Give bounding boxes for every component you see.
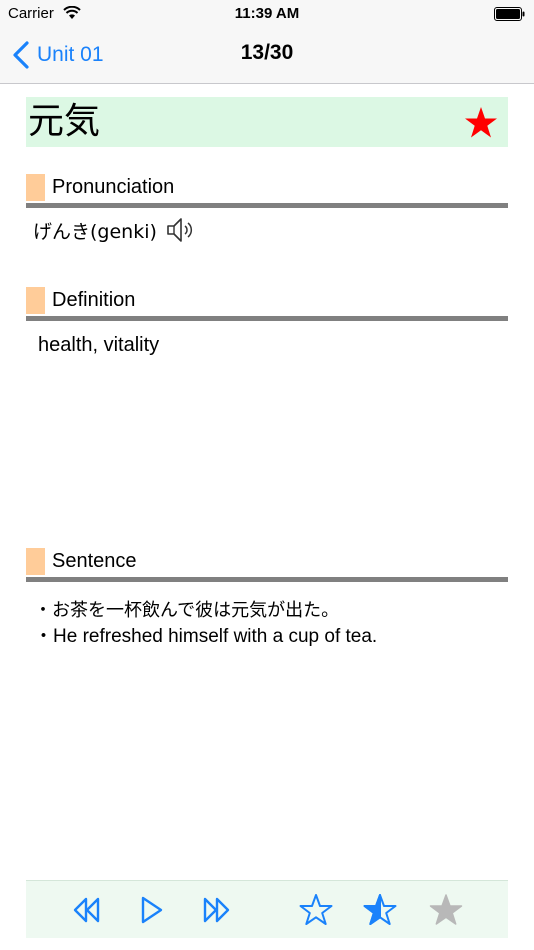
play-icon[interactable] — [134, 893, 168, 927]
heading-divider — [26, 203, 508, 208]
navigation-bar: Unit 01 13/30 — [0, 28, 534, 84]
star-gray-icon[interactable] — [429, 893, 463, 927]
heading-divider — [26, 316, 508, 321]
sentence-heading-label: Sentence — [52, 550, 137, 572]
speaker-icon[interactable] — [165, 215, 195, 245]
heading-marker — [26, 287, 45, 314]
rewind-icon[interactable] — [69, 893, 103, 927]
star-filled-icon[interactable] — [363, 893, 397, 927]
status-bar: Carrier 11:39 AM — [0, 0, 534, 28]
heading-marker — [26, 548, 45, 575]
status-time: 11:39 AM — [234, 5, 300, 22]
pronunciation-text: げんき(genki) — [33, 220, 157, 243]
heading-marker — [26, 174, 45, 201]
pronunciation-row: げんき(genki) — [33, 214, 195, 246]
fast-forward-icon[interactable] — [200, 893, 234, 927]
heading-divider — [26, 577, 508, 582]
definition-heading: Definition — [26, 287, 508, 323]
bottom-toolbar — [26, 880, 508, 938]
sentence-english: ・He refreshed himself with a cup of tea. — [34, 626, 378, 647]
star-outline-icon[interactable] — [299, 893, 333, 927]
definition-text: health, vitality — [38, 334, 160, 356]
sentence-heading: Sentence — [26, 548, 508, 584]
battery-icon — [494, 7, 525, 21]
pronunciation-heading: Pronunciation — [26, 174, 508, 210]
page-title: 13/30 — [240, 41, 294, 64]
pronunciation-heading-label: Pronunciation — [52, 176, 175, 198]
word-header: 元気 — [26, 97, 508, 147]
word-text: 元気 — [28, 101, 101, 142]
definition-heading-label: Definition — [52, 289, 136, 311]
favorite-star-icon[interactable] — [464, 106, 498, 140]
sentence-japanese: ・お茶を一杯飲んで彼は元気が出た。 — [34, 600, 340, 621]
